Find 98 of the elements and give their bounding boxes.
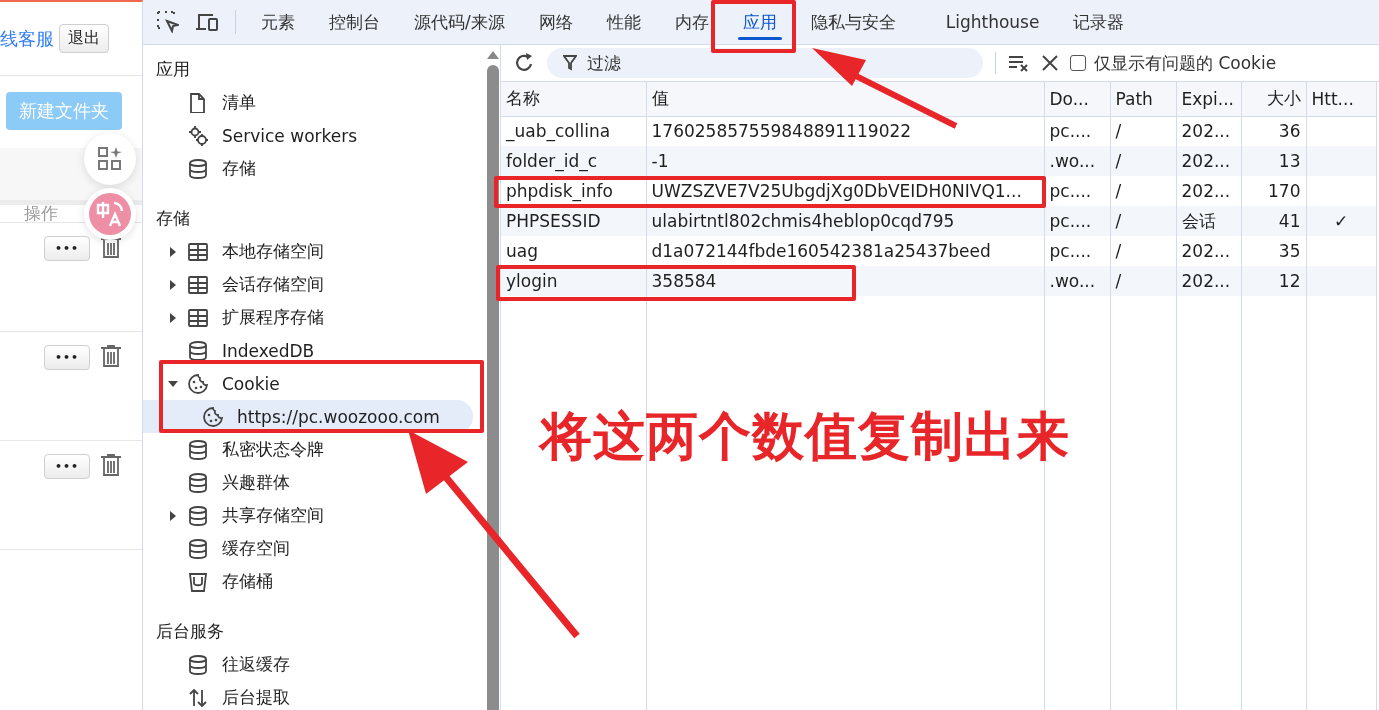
scroll-up-icon[interactable] [486,51,499,59]
gears-icon [188,125,208,146]
table-cell: / [1110,206,1176,236]
panel-tab[interactable]: 元素 [244,0,312,44]
sidebar-item[interactable]: Cookie [143,367,485,400]
section-heading: 存储 [155,207,191,230]
panel-tab[interactable]: 控制台 [312,0,397,44]
database-icon [188,505,208,526]
up-down-arrows-icon [188,687,208,708]
table-cell: 12 [1241,266,1306,296]
caret-icon[interactable] [168,510,178,521]
logout-button[interactable]: 退出 [59,24,109,53]
table-cell: phpdisk_info [501,176,646,206]
apps-icon [97,146,123,172]
column-header[interactable]: 大小 [1241,82,1306,116]
table-cell: pc.... [1044,206,1110,236]
more-button[interactable]: ••• [44,345,90,370]
device-toolbar-icon[interactable] [195,12,219,32]
table-cell: ✓ [1306,206,1376,236]
file-icon [188,92,208,113]
sidebar-item[interactable]: IndexedDB [143,334,485,367]
table-cell: .wo... [1044,146,1110,176]
column-header[interactable]: Expi... [1176,82,1241,116]
sidebar-item[interactable]: 扩展程序存储 [143,301,485,334]
panel-tab[interactable]: 记录器 [1056,0,1142,44]
panel-tab[interactable]: 应用 [725,0,794,44]
table-cell: / [1110,146,1176,176]
column-header[interactable]: Do... [1044,82,1110,116]
bucket-icon [188,571,208,592]
table-cell: ulabirtntl802chmis4heblop0cqd795 [646,206,1044,236]
column-header[interactable]: Path [1110,82,1176,116]
panel-tab[interactable]: 性能 [589,0,658,44]
translate-icon [89,193,131,235]
clear-all-icon[interactable] [1008,54,1030,72]
panel-tab[interactable]: Lighthouse [928,0,1057,44]
caret-icon[interactable] [168,279,178,290]
table-cell: / [1110,266,1176,296]
table-cell: 202... [1176,146,1241,176]
inspect-icon[interactable] [157,11,179,33]
caret-icon[interactable] [168,312,178,323]
table-cell: 13 [1241,146,1306,176]
refresh-icon[interactable] [513,52,535,74]
sidebar-item[interactable]: 存储 [143,152,485,185]
panel-tab[interactable]: 网络 [521,0,590,44]
more-button[interactable]: ••• [44,236,90,261]
sidebar-item[interactable]: 共享存储空间 [143,499,485,532]
trash-icon[interactable] [100,454,122,476]
database-icon [188,340,208,361]
database-icon [188,158,208,179]
close-icon[interactable] [1042,55,1058,71]
table-icon [188,274,208,295]
scrollbar-thumb[interactable] [486,65,499,710]
sidebar-item[interactable]: 后台提取 [143,681,485,710]
table-cell: PHPSESSID [501,206,646,236]
sidebar-item[interactable]: 往返缓存 [143,648,485,681]
table-cell: uag [501,236,646,266]
section-heading: 后台服务 [155,620,225,643]
table-cell: 41 [1241,206,1306,236]
column-header[interactable]: Htt... [1306,82,1376,116]
section-heading: 应用 [155,58,191,81]
trash-icon[interactable] [100,345,122,367]
panel-tab[interactable]: 内存 [657,0,726,44]
sidebar-item[interactable]: 缓存空间 [143,532,485,565]
floating-button[interactable] [84,133,136,185]
table-cell: 会话 [1176,206,1241,236]
database-icon [188,654,208,675]
database-icon [188,538,208,559]
sidebar-item[interactable]: 私密状态令牌 [143,433,485,466]
table-cell: folder_id_c [501,146,646,176]
database-icon [188,439,208,460]
sidebar-item[interactable]: 清单 [143,86,485,119]
checkbox[interactable] [1070,55,1086,71]
panel-tab[interactable]: 源代码/来源 [397,0,522,44]
table-icon [188,307,208,328]
table-cell: 202... [1176,266,1241,296]
panel-tab[interactable]: 隐私与安全 [793,0,913,44]
filter-field[interactable]: 过滤 [547,48,983,78]
table-cell: 358584 [646,266,1044,296]
sidebar-item[interactable]: 兴趣群体 [143,466,485,499]
sidebar-item[interactable]: Service workers [143,119,485,152]
cookie-icon [203,406,223,427]
table-icon [188,241,208,262]
caret-icon[interactable] [168,246,178,257]
cookie-icon [188,373,208,394]
column-header[interactable]: 值 [646,82,1044,116]
database-icon [188,472,208,493]
sidebar-item[interactable]: 会话存储空间 [143,268,485,301]
sidebar-item[interactable]: 本地存储空间 [143,235,485,268]
annotation-text: 将这两个数值复制出来 [540,405,1070,468]
table-cell: .wo... [1044,266,1110,296]
more-button[interactable]: ••• [44,454,90,479]
filter-icon [563,55,577,71]
column-header[interactable]: 名称 [501,82,646,116]
table-cell: -1 [646,146,1044,176]
caret-icon[interactable] [168,378,178,389]
sidebar-item[interactable]: 存储桶 [143,565,485,598]
checkbox-label[interactable]: 仅显示有问题的 Cookie [1094,51,1277,75]
service-link[interactable]: 线客服 [0,26,54,51]
